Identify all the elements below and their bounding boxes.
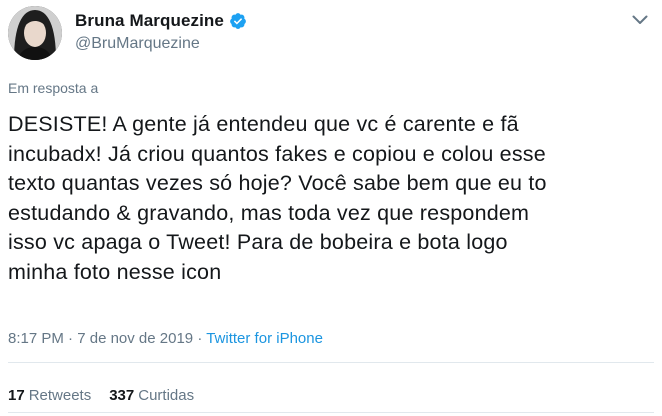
author-display-name[interactable]: Bruna Marquezine	[75, 11, 224, 31]
tweet-text-line: texto quantas vezes só hoje? Você sabe b…	[8, 171, 547, 195]
divider	[8, 362, 654, 363]
verified-badge-icon	[229, 12, 247, 30]
tweet-text-line: DESISTE! A gente já entendeu que vc é ca…	[8, 112, 519, 136]
tweet-time[interactable]: 8:17 PM	[8, 330, 64, 347]
author-handle[interactable]: @BruMarquezine	[75, 35, 200, 53]
meta-separator: ·	[193, 330, 207, 347]
tweet-stats: 17 Retweets 337 Curtidas	[8, 387, 194, 404]
likes-count: 337	[109, 387, 135, 404]
avatar-photo-icon	[8, 6, 62, 60]
tweet-text: DESISTE! A gente já entendeu que vc é ca…	[8, 110, 648, 287]
tweet-card: Bruna Marquezine @BruMarquezine Em respo…	[0, 0, 662, 416]
tweet-source-link[interactable]: Twitter for iPhone	[206, 330, 323, 347]
reply-context: Em resposta a	[8, 80, 99, 96]
retweets-count: 17	[8, 387, 25, 404]
tweet-date[interactable]: 7 de nov de 2019	[77, 330, 193, 347]
meta-separator: ·	[63, 330, 78, 347]
tweet-text-line: incubadx! Já criou quantos fakes e copio…	[8, 141, 546, 166]
likes-stat[interactable]: 337 Curtidas	[109, 387, 194, 404]
tweet-text-line: isso vc apaga o Tweet! Para de bobeira e…	[8, 230, 508, 254]
likes-label: Curtidas	[138, 387, 195, 404]
retweets-stat[interactable]: 17 Retweets	[8, 387, 91, 404]
avatar[interactable]	[8, 6, 62, 60]
divider	[8, 412, 654, 413]
tweet-meta: 8:17 PM · 7 de nov de 2019 · Twitter for…	[8, 330, 323, 347]
tweet-text-line: estudando & gravando, mas toda vez que r…	[8, 200, 530, 225]
author-name-row[interactable]: Bruna Marquezine	[75, 11, 247, 31]
tweet-text-line: minha foto nesse icon	[8, 259, 222, 284]
retweets-label: Retweets	[28, 387, 92, 404]
chevron-down-icon[interactable]	[628, 8, 652, 32]
